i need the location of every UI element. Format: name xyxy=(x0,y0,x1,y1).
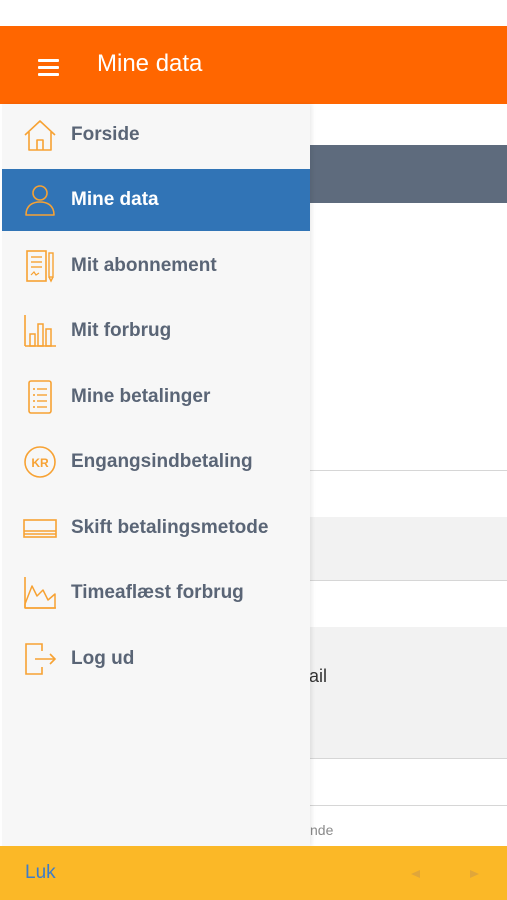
background-field-label: ail xyxy=(309,666,328,686)
menu-item-mit-abonnement[interactable]: Mit abonnement xyxy=(2,235,310,297)
menu-item-timeaflaest-forbrug[interactable]: Timeaflæst forbrug xyxy=(2,562,310,624)
person-icon xyxy=(25,185,55,216)
app-screen: Mine data ail nde Forside Mine data Mit … xyxy=(0,0,507,900)
menu-item-skift-betalingsmetode[interactable]: Skift betalingsmetode xyxy=(2,497,310,559)
menu-item-log-ud[interactable]: Log ud xyxy=(2,628,310,690)
content-header-band xyxy=(310,145,507,203)
menu-item-label: Mine betalinger xyxy=(71,386,211,407)
menu-item-forside[interactable]: Forside xyxy=(2,104,310,166)
background-section xyxy=(310,517,507,580)
menu-item-mine-data[interactable]: Mine data xyxy=(2,169,310,231)
page-title: Mine data xyxy=(97,50,203,77)
close-button[interactable]: Luk xyxy=(25,862,56,884)
svg-text:KR: KR xyxy=(31,456,49,470)
menu-item-label: Skift betalingsmetode xyxy=(71,517,269,538)
background-input-field[interactable] xyxy=(310,470,507,518)
menu-item-label: Mit forbrug xyxy=(71,320,172,341)
list-icon xyxy=(28,380,52,414)
menu-item-label: Engangsindbetaling xyxy=(71,451,253,472)
navigation-drawer: Forside Mine data Mit abonnement Mit for… xyxy=(2,104,310,846)
kr-coin-icon: KR xyxy=(24,446,56,478)
menu-item-label: Mit abonnement xyxy=(71,255,217,276)
menu-item-mit-forbrug[interactable]: Mit forbrug xyxy=(2,300,310,362)
hamburger-menu-icon[interactable] xyxy=(38,59,59,76)
arrow-right-icon[interactable] xyxy=(470,870,479,878)
card-icon xyxy=(23,519,57,538)
app-header: Mine data xyxy=(0,26,507,104)
menu-item-label: Forside xyxy=(71,124,140,145)
background-section xyxy=(310,627,507,758)
menu-item-label: Timeaflæst forbrug xyxy=(71,582,244,603)
menu-item-engangsindbetaling[interactable]: KR Engangsindbetaling xyxy=(2,431,310,493)
menu-item-label: Mine data xyxy=(71,189,159,210)
contract-icon xyxy=(26,250,54,283)
menu-item-label: Log ud xyxy=(71,648,135,669)
background-input-field[interactable] xyxy=(310,580,507,628)
bottom-toolbar: Luk xyxy=(0,846,507,900)
bar-chart-icon xyxy=(24,315,56,347)
line-chart-icon xyxy=(24,577,56,609)
logout-icon xyxy=(25,643,57,675)
menu-item-mine-betalinger[interactable]: Mine betalinger xyxy=(2,366,310,428)
home-icon xyxy=(24,120,56,151)
arrow-left-icon[interactable] xyxy=(411,870,420,878)
background-input-field[interactable] xyxy=(310,758,507,806)
background-hint-text: nde xyxy=(310,822,334,838)
